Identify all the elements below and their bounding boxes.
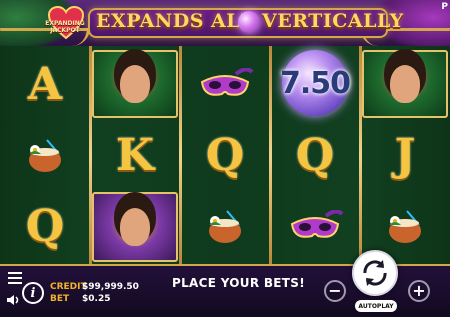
symbol-multiplier: 7.50	[271, 48, 359, 118]
green-dancer-portrait	[362, 50, 448, 118]
autoplay-button[interactable]: AUTOPLAY	[355, 300, 397, 312]
info-icon: i	[30, 285, 36, 301]
bet-label: BET	[50, 294, 70, 304]
credit-value: $99,999.50	[82, 282, 139, 292]
menu-icon[interactable]	[8, 272, 22, 284]
info-button[interactable]: i	[22, 282, 44, 304]
dancer-face	[120, 208, 150, 246]
letter-q: Q	[205, 130, 245, 181]
coconut-drink-icon	[29, 139, 61, 172]
symbol-coconut	[181, 192, 269, 262]
letter-q: Q	[295, 130, 335, 181]
status-message: PLACE YOUR BETS!	[172, 276, 305, 290]
sound-icon[interactable]	[6, 294, 20, 306]
banner-title-left: EXPANDS ALL	[96, 10, 255, 32]
symbol-mask	[181, 50, 269, 120]
symbol-letter: Q	[181, 121, 269, 191]
letter-j: J	[394, 130, 416, 181]
logo-text: Expanding Jackpot	[45, 20, 85, 34]
multiplier-orb: 7.50	[279, 50, 351, 116]
coconut-drink-icon	[389, 210, 421, 243]
dancer-face	[120, 65, 150, 103]
letter-a: A	[27, 59, 63, 110]
slot-game: Expanding Jackpot EXPANDS ALL VERTICALLY…	[0, 0, 450, 317]
bet-value: $0.25	[82, 294, 111, 304]
letter-q: Q	[25, 201, 65, 252]
multiplier-value: 7.50	[279, 65, 351, 101]
spin-button[interactable]	[352, 250, 398, 296]
symbol-letter: Q	[271, 121, 359, 191]
purple-dancer-portrait	[92, 192, 178, 262]
reel-area: A Q K Q 7.50 Q J	[0, 46, 450, 264]
increase-bet-button[interactable]: +	[408, 280, 430, 302]
symbol-mask	[271, 192, 359, 262]
top-banner: Expanding Jackpot EXPANDS ALL VERTICALLY…	[0, 0, 450, 50]
dancer-face	[390, 65, 420, 103]
purple-mask-icon	[290, 210, 344, 238]
provider-mark: P	[441, 2, 448, 12]
coconut-drink-icon	[209, 210, 241, 243]
disco-orb-icon	[238, 11, 260, 33]
symbol-coconut	[1, 121, 89, 191]
symbol-letter: Q	[1, 192, 89, 262]
decrease-bet-button[interactable]: −	[324, 280, 346, 302]
spin-arrows-icon	[363, 260, 387, 286]
purple-mask-icon	[200, 68, 254, 96]
letter-k: K	[115, 130, 155, 181]
symbol-letter: K	[91, 121, 179, 191]
symbol-letter: J	[361, 121, 449, 191]
symbol-letter: A	[1, 50, 89, 120]
banner-title-right: VERTICALLY	[262, 10, 404, 32]
green-dancer-portrait	[92, 50, 178, 118]
